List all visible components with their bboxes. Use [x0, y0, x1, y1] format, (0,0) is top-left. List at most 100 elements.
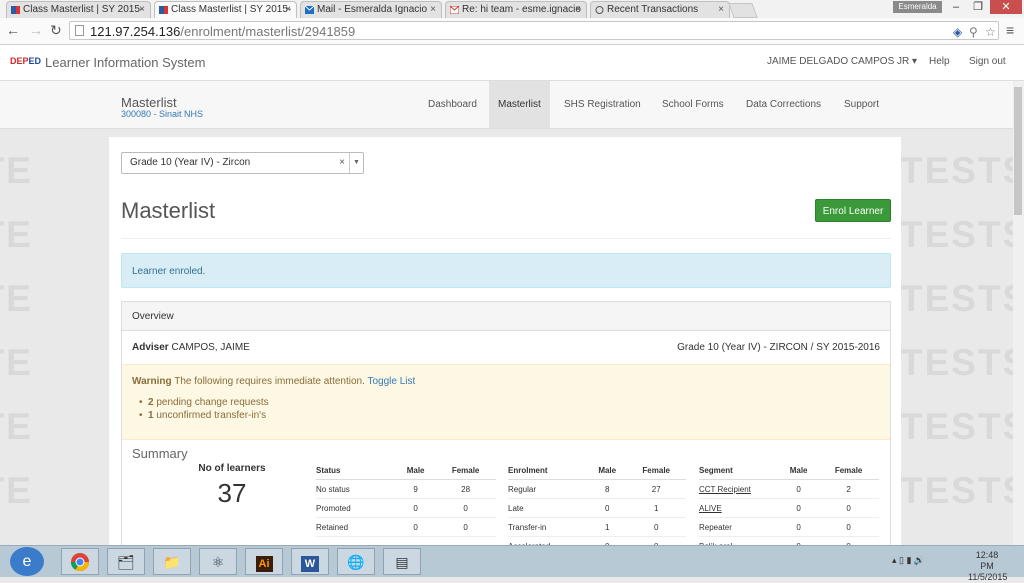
app-icon[interactable]: ▤ — [383, 548, 421, 575]
watermark-text: TESTSITE — [0, 406, 33, 447]
tab-label: Mail - Esmeralda Ignacio — [317, 4, 428, 15]
bullet: • — [139, 410, 143, 421]
bookmark-star-icon[interactable]: ☆ — [985, 25, 996, 39]
nav-school-forms[interactable]: School Forms — [653, 81, 733, 128]
word-icon[interactable]: W — [291, 548, 329, 575]
folder-icon[interactable]: 🗂 — [107, 548, 145, 575]
dropdown-arrow-icon[interactable]: ▼ — [349, 153, 363, 173]
segment-table: Segment Male Female CCT Recipient 0 2 ALIVE 0… — [699, 461, 879, 556]
school-link[interactable]: 300080 - Sinait NHS — [121, 109, 203, 119]
browser-tab[interactable]: Mail - Esmeralda Ignacio × — [300, 1, 442, 18]
overview-title: Overview — [132, 311, 174, 322]
signout-link[interactable]: Sign out — [969, 56, 1006, 67]
close-tab-icon[interactable]: × — [139, 4, 145, 15]
column-header: Segment — [699, 461, 779, 480]
close-tab-icon[interactable]: × — [430, 4, 436, 15]
caret-down-icon: ▾ — [912, 56, 918, 67]
overview-panel: Overview Adviser CAMPOS, JAIME Grade 10 … — [121, 301, 891, 557]
grade-section-info: Grade 10 (Year IV) - ZIRCON / SY 2015-20… — [677, 342, 880, 353]
bullet: • — [139, 397, 143, 408]
shield-icon[interactable]: ◈ — [953, 25, 962, 39]
section-select-value: Grade 10 (Year IV) - Zircon — [130, 157, 251, 168]
clear-icon[interactable]: × — [339, 157, 345, 168]
url-text: 121.97.254.136/enrolment/masterlist/2941… — [90, 24, 356, 39]
globe-icon[interactable]: 🌐 — [337, 548, 375, 575]
chrome-icon[interactable] — [61, 548, 99, 575]
masterlist-heading: Masterlist — [121, 198, 216, 223]
watermark-text: TESTSITE — [900, 214, 1024, 255]
warning-item: 1 unconfirmed transfer-in's — [148, 410, 267, 421]
table-row: Transfer-in 1 0 — [508, 517, 686, 537]
table-row: No status 9 28 — [316, 479, 496, 499]
nav-data-corrections[interactable]: Data Corrections — [737, 81, 830, 128]
nav-masterlist[interactable]: Masterlist — [489, 81, 550, 128]
ie-icon[interactable]: e — [10, 547, 44, 576]
page-scrollbar[interactable] — [1013, 81, 1024, 545]
column-header: Male — [779, 461, 819, 480]
no-of-learners-count: 37 — [217, 478, 247, 508]
app-title: Learner Information System — [45, 55, 206, 70]
watermark-text: TESTSITE — [0, 278, 33, 319]
clock[interactable]: 12:48 PM 11/5/2015 — [968, 550, 1007, 583]
table-row[interactable]: CCT Recipient 0 2 — [699, 479, 879, 499]
browser-toolbar: ← → ↻ 121.97.254.136/enrolment/masterlis… — [0, 18, 1024, 45]
column-header: Female — [626, 461, 686, 480]
browser-tab-active[interactable]: Class Masterlist | SY 2015- × — [154, 1, 297, 18]
page-title: Masterlist — [121, 95, 177, 110]
nav-dashboard[interactable]: Dashboard — [419, 81, 486, 128]
browser-menu-icon[interactable]: ≡ — [1006, 22, 1014, 38]
profile-badge[interactable]: Esmeralda — [893, 1, 942, 13]
watermark-text: TESTSITE — [900, 342, 1024, 383]
warning-item: 2 pending change requests — [148, 397, 269, 408]
restore-icon[interactable]: ❐ — [967, 0, 989, 14]
reload-icon[interactable]: ↻ — [50, 22, 62, 39]
alert-text: Learner enroled. — [132, 266, 206, 277]
windows-taskbar: e 🗂 📁 ⚛ Ai W 🌐 ▤ ▴ ▯ ▮ 🔊 12:48 PM 11/5/20… — [0, 545, 1024, 582]
new-tab-button[interactable] — [728, 3, 758, 18]
scrollbar-thumb[interactable] — [1014, 87, 1022, 215]
tab-label: Recent Transactions — [607, 4, 699, 15]
close-tab-icon[interactable]: × — [575, 4, 581, 15]
explorer-icon[interactable]: 📁 — [153, 548, 191, 575]
user-menu[interactable]: JAIME DELGADO CAMPOS JR ▾ — [767, 56, 917, 67]
search-icon[interactable]: ⚲ — [969, 25, 978, 39]
status-table: Status Male Female No status 9 28 Promoted 0 0… — [316, 461, 496, 537]
watermark-text: TESTSITE — [900, 406, 1024, 447]
table-row[interactable]: ALIVE 0 0 — [699, 498, 879, 518]
enrol-learner-button[interactable]: Enrol Learner — [815, 199, 891, 222]
column-header: Male — [588, 461, 627, 480]
browser-tab[interactable]: Class Masterlist | SY 2015- × — [6, 1, 151, 18]
nav-shs-registration[interactable]: SHS Registration — [555, 81, 650, 128]
watermark-text: TESTSITE — [0, 150, 33, 191]
browser-tab[interactable]: Recent Transactions × — [590, 1, 730, 18]
watermark-text: TESTSITE — [900, 278, 1024, 319]
section-select[interactable]: Grade 10 (Year IV) - Zircon × ▼ — [121, 152, 364, 174]
watermark-text: TESTSITE — [0, 342, 33, 383]
close-tab-icon[interactable]: × — [718, 4, 724, 15]
warning-box: Warning The following requires immediate… — [122, 364, 890, 440]
success-alert: Learner enroled. — [121, 253, 891, 288]
back-icon[interactable]: ← — [6, 22, 20, 38]
address-bar[interactable]: 121.97.254.136/enrolment/masterlist/2941… — [69, 21, 999, 40]
gmail-icon — [450, 6, 459, 14]
globe-favicon — [595, 6, 604, 14]
nav-support[interactable]: Support — [835, 81, 888, 128]
close-window-icon[interactable]: ✕ — [990, 0, 1022, 14]
system-tray[interactable]: ▴ ▯ ▮ 🔊 — [892, 555, 925, 566]
watermark-text: TESTSITE — [0, 214, 33, 255]
help-link[interactable]: Help — [929, 56, 950, 67]
close-tab-icon[interactable]: × — [285, 4, 291, 15]
illustrator-icon[interactable]: Ai — [245, 548, 283, 575]
browser-tab[interactable]: Re: hi team - esme.ignacio × — [445, 1, 587, 18]
deped-favicon — [159, 6, 168, 14]
overview-header: Overview — [122, 302, 890, 331]
column-header: Enrolment — [508, 461, 588, 480]
minimize-icon[interactable]: ‒ — [945, 0, 967, 14]
column-header: Male — [396, 461, 436, 480]
toggle-list-link[interactable]: Toggle List — [368, 376, 416, 387]
forward-icon[interactable]: → — [29, 22, 43, 38]
atom-icon[interactable]: ⚛ — [199, 548, 237, 575]
app-header: DEPED Learner Information System JAIME D… — [0, 45, 1024, 81]
page-icon — [75, 25, 84, 36]
summary-title: Summary — [132, 446, 188, 461]
